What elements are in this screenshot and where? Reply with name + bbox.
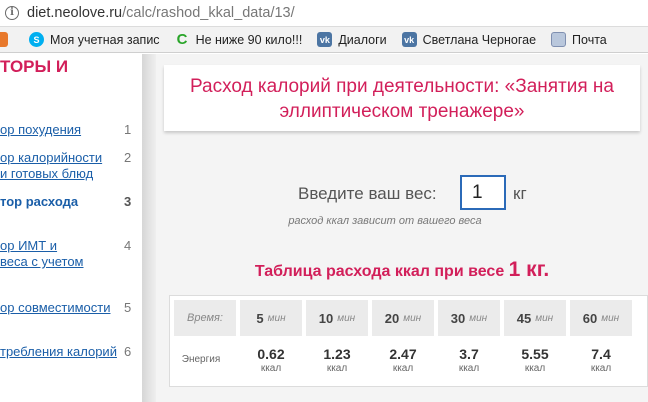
bookmark-label: Моя учетная запис — [50, 32, 160, 47]
page-content: ТОРЫ И ор похудения 1 ор калорийности и … — [0, 54, 648, 402]
sidebar-item-consumption[interactable]: требления калорий — [0, 344, 117, 360]
energy-cell: 7.4 ккал — [570, 346, 632, 374]
energy-unit: ккал — [590, 363, 612, 374]
sidebar-item-weight-loss[interactable]: ор похудения — [0, 122, 81, 138]
time-value: 60 — [582, 310, 598, 326]
time-unit: мин — [403, 312, 422, 324]
time-cell: 20 мин — [372, 300, 434, 336]
time-value: 10 — [318, 310, 334, 326]
time-value: 30 — [450, 310, 466, 326]
time-unit: мин — [337, 312, 356, 324]
time-cell: 45 мин — [504, 300, 566, 336]
time-unit: мин — [469, 312, 488, 324]
energy-cell: 1.23 ккал — [306, 346, 368, 374]
sidebar-item-compatibility[interactable]: ор совместимости — [0, 300, 110, 316]
weight-row: Введите ваш вес: кг — [156, 175, 648, 210]
vk-icon: vk — [401, 32, 417, 47]
time-value: 45 — [516, 310, 532, 326]
energy-unit: ккал — [326, 363, 348, 374]
time-cell: 60 мин — [570, 300, 632, 336]
table-title-weight: 1 кг. — [508, 258, 550, 281]
sidebar-item-number: 3 — [124, 194, 132, 209]
url-text[interactable]: diet.neolove.ru/calc/rashod_kkal_data/13… — [27, 5, 295, 21]
main-panel: Расход калорий при деятельности: «Заняти… — [156, 54, 648, 402]
address-bar[interactable]: i diet.neolove.ru/calc/rashod_kkal_data/… — [0, 0, 648, 27]
energy-unit: ккал — [524, 363, 546, 374]
weight-unit: кг — [513, 184, 527, 203]
vk-icon: vk — [317, 32, 333, 47]
energy-unit: ккал — [458, 363, 480, 374]
weight-label: Введите ваш вес: — [298, 184, 437, 203]
time-unit: мин — [267, 312, 286, 324]
weight-hint: расход ккал зависит от вашего веса — [288, 215, 482, 227]
energy-label: Энергия — [181, 354, 221, 365]
bookmark-dialogs[interactable]: vk Диалоги — [317, 32, 387, 47]
time-value: 5 — [256, 310, 264, 326]
info-icon[interactable]: i — [5, 6, 19, 20]
sidebar-item-number: 5 — [124, 300, 132, 315]
bookmark-label: Диалоги — [338, 32, 387, 47]
sidebar-item-calories[interactable]: ор калорийности — [0, 150, 102, 166]
bookmark-svetlana[interactable]: vk Светлана Черногае — [401, 32, 537, 47]
table-energy-row: Энергия 0.62 ккал 1.23 ккал 2.47 ккал 3.… — [170, 340, 648, 386]
time-cell: 10 мин — [306, 300, 368, 336]
bookmark-label: Светлана Черногае — [422, 32, 537, 47]
time-label: Время: — [174, 300, 236, 336]
sidebar-item-calories-line2[interactable]: и готовых блюд — [0, 166, 93, 182]
table-title-text: Таблица расхода ккал при весе — [254, 263, 505, 280]
energy-value: 1.23 — [323, 346, 351, 362]
energy-value: 0.62 — [257, 346, 285, 362]
c-icon: C — [176, 31, 188, 48]
energy-value: 5.55 — [521, 346, 549, 362]
energy-unit: ккал — [260, 363, 282, 374]
table-header-row: Время: 5 мин 10 мин 20 мин 30 мин 45 мин 60 ми… — [170, 296, 648, 340]
time-unit: мин — [601, 312, 620, 324]
time-cell: 30 мин — [438, 300, 500, 336]
energy-value: 3.7 — [459, 346, 479, 362]
kcal-table: Время: 5 мин 10 мин 20 мин 30 мин 45 мин 60 ми… — [169, 295, 648, 387]
time-unit: мин — [535, 312, 554, 324]
sidebar-item-bmi-line2[interactable]: веса с учетом — [0, 254, 84, 270]
bookmark-mail[interactable]: Почта — [551, 32, 607, 47]
time-cell: 5 мин — [240, 300, 302, 336]
bookmark-c[interactable]: C Не ниже 90 кило!!! — [175, 31, 303, 48]
mail-icon — [551, 32, 567, 47]
energy-value: 2.47 — [389, 346, 417, 362]
energy-cell: 0.62 ккал — [240, 346, 302, 374]
sidebar-item-bmi[interactable]: ор ИМТ и — [0, 238, 57, 254]
sidebar-item-number: 1 — [124, 122, 132, 137]
apps-icon — [0, 32, 8, 47]
page-title: Расход калорий при деятельности: «Заняти… — [189, 76, 614, 122]
sidebar-item-number: 2 — [124, 150, 132, 165]
sidebar-divider — [142, 54, 156, 402]
bookmark-apps[interactable] — [0, 32, 14, 47]
energy-cell: 2.47 ккал — [372, 346, 434, 374]
energy-cell: 5.55 ккал — [504, 346, 566, 374]
skype-icon: S — [29, 32, 44, 47]
energy-value: 7.4 — [591, 346, 611, 362]
bookmarks-bar: S Моя учетная запис C Не ниже 90 кило!!! v… — [0, 27, 648, 53]
weight-input[interactable] — [460, 175, 506, 210]
sidebar-item-number: 6 — [124, 344, 132, 359]
bookmark-skype[interactable]: S Моя учетная запис — [29, 32, 160, 47]
title-banner: Расход калорий при деятельности: «Заняти… — [164, 65, 640, 131]
time-value: 20 — [384, 310, 400, 326]
bookmark-label: Не ниже 90 кило!!! — [195, 32, 303, 47]
sidebar-item-number: 4 — [124, 238, 132, 253]
sidebar-item-expenditure[interactable]: тор расхода — [0, 194, 78, 210]
energy-unit: ккал — [392, 363, 414, 374]
table-title: Таблица расхода ккал при весе 1 кг. — [156, 258, 648, 282]
energy-cell: 3.7 ккал — [438, 346, 500, 374]
sidebar: ТОРЫ И ор похудения 1 ор калорийности и … — [0, 54, 142, 402]
sidebar-title: ТОРЫ И — [0, 57, 69, 76]
bookmark-label: Почта — [572, 32, 607, 47]
